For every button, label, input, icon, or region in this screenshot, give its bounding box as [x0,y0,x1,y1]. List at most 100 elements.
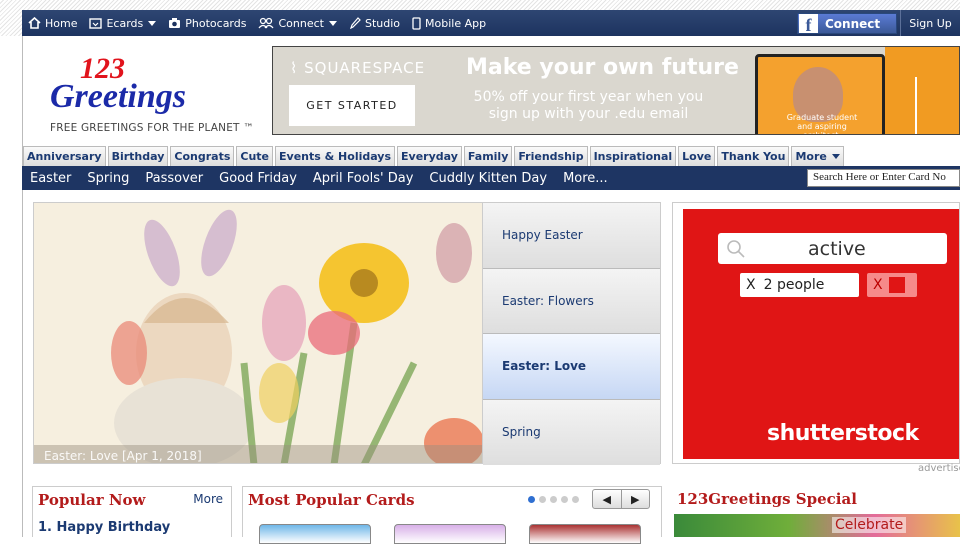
carousel-dot[interactable] [572,496,579,503]
ad-filter-people: X 2 people [740,273,859,297]
nav-studio-label: Studio [364,16,401,30]
special-banner[interactable]: Celebrate [674,514,960,537]
nav-photocards[interactable]: Photocards [162,10,252,36]
nav-studio[interactable]: Studio [343,10,406,36]
facebook-connect-button[interactable]: f Connect [797,13,897,35]
carousel-dot[interactable] [539,496,546,503]
tab-love[interactable]: Love [678,146,716,166]
special-title: 123Greetings Special [677,490,857,508]
ad-laptop-image: Graduate student and aspiring architect. [755,54,885,134]
most-popular-title: Most Popular Cards [248,491,415,509]
facebook-connect-label: Connect [825,16,881,31]
squarespace-icon: ⌇ [290,59,299,77]
camera-icon [169,18,181,28]
tab-inspirational[interactable]: Inspirational [589,146,677,166]
shutterstock-ad: active X 2 people X shutterstock [683,209,959,459]
popular-now-title: Popular Now [38,491,146,509]
subnav-april-fools[interactable]: April Fools' Day [305,171,422,186]
tab-events-holidays[interactable]: Events & Holidays [275,146,396,166]
tab-thank-you[interactable]: Thank You [717,146,790,166]
search-input[interactable]: Search Here or Enter Card No [807,169,960,187]
banner-ad[interactable]: ⌇ SQUARESPACE GET STARTED Make your own … [272,46,960,135]
tab-cute[interactable]: Cute [236,146,274,166]
ad-background-wall [885,47,959,134]
tab-friendship[interactable]: Friendship [514,146,588,166]
carousel-dot[interactable] [550,496,557,503]
site-logo[interactable]: 123 Greetings [50,52,240,116]
category-tabs: Anniversary Birthday Congrats Cute Event… [23,146,960,166]
slider-item-easter-love[interactable]: Easter: Love [483,334,660,400]
ad-filter-color-close-icon: X [873,277,883,293]
tagline: FREE GREETINGS FOR THE PLANET ™ [50,122,254,134]
ad-search-term: active [808,237,866,260]
logo-word: Greetings [50,78,186,115]
nav-connect-label: Connect [278,16,324,30]
tab-more[interactable]: More [791,146,844,166]
signup-link[interactable]: Sign Up [900,10,960,36]
popular-now-panel: Popular Now More 1. Happy Birthday [32,486,232,537]
nav-home[interactable]: Home [22,10,83,36]
chevron-down-icon [831,154,840,159]
people-icon [258,17,274,29]
slider-list: Happy Easter Easter: Flowers Easter: Lov… [483,202,661,465]
chevron-down-icon [328,20,337,26]
nav-mobile-app[interactable]: Mobile App [406,10,492,36]
ad-filter-close-icon: X [746,277,756,293]
slider-item-spring[interactable]: Spring [483,399,660,465]
slider-caption: Easter: Love [Apr 1, 2018] [44,449,202,463]
slider-item-happy-easter[interactable]: Happy Easter [483,203,660,269]
slider-image [34,203,482,463]
ad-lamp-pole [915,77,917,134]
tab-family[interactable]: Family [463,146,513,166]
ad-subtext: 50% off your first year when you sign up… [473,89,704,122]
tab-birthday[interactable]: Birthday [107,146,169,166]
carousel-prev-button[interactable]: ◀ [593,490,622,508]
get-started-button[interactable]: GET STARTED [289,85,415,126]
subnav-more[interactable]: More... [555,171,616,186]
search-icon [727,239,745,258]
squarespace-brand-label: SQUARESPACE [304,59,426,77]
home-icon [28,17,41,29]
ad-filter-color: X [867,273,917,297]
subnav-good-friday[interactable]: Good Friday [211,171,305,186]
subnav-spring[interactable]: Spring [79,171,137,186]
subnav-easter[interactable]: Easter [22,171,79,186]
shutterstock-logo: shutterstock [767,421,919,446]
subnav-passover[interactable]: Passover [137,171,211,186]
ad-search-bar: active [718,233,947,264]
carousel-dot[interactable] [561,496,568,503]
ecard-icon [89,18,103,29]
popular-item[interactable]: 1. Happy Birthday [38,520,170,535]
featured-slider[interactable]: Easter: Love [Apr 1, 2018] [33,202,483,464]
tab-congrats[interactable]: Congrats [170,146,235,166]
tab-everyday[interactable]: Everyday [397,146,462,166]
special-banner-text: Celebrate [832,517,907,533]
card-thumbnail[interactable] [529,524,641,544]
slider-item-easter-flowers[interactable]: Easter: Flowers [483,268,660,334]
page-border [22,36,23,537]
squarespace-brand: ⌇ SQUARESPACE [290,59,425,77]
tab-anniversary[interactable]: Anniversary [23,146,106,166]
facebook-icon: f [799,14,818,35]
nav-home-label: Home [45,16,78,30]
advertisement-label: advertise [918,463,960,474]
most-popular-panel: Most Popular Cards ◀ ▶ [242,486,662,544]
side-ad[interactable]: active X 2 people X shutterstock [672,202,960,464]
nav-ecards[interactable]: Ecards [83,10,162,36]
card-thumbnail[interactable] [394,524,506,544]
chevron-down-icon [148,20,157,26]
card-thumbnail[interactable] [259,524,371,544]
tab-more-label: More [795,150,827,163]
carousel-arrows: ◀ ▶ [592,489,650,509]
nav-connect[interactable]: Connect [252,10,342,36]
carousel-dots [528,496,583,503]
subnav-cuddly-kitten[interactable]: Cuddly Kitten Day [421,171,555,186]
phone-icon [412,16,421,30]
carousel-next-button[interactable]: ▶ [622,490,650,508]
pen-icon [350,17,361,29]
ad-filter-people-label: 2 people [763,277,825,293]
carousel-dot[interactable] [528,496,535,503]
nav-ecards-label: Ecards [106,16,144,30]
nav-photocards-label: Photocards [185,16,247,30]
popular-now-more-link[interactable]: More [193,492,223,506]
